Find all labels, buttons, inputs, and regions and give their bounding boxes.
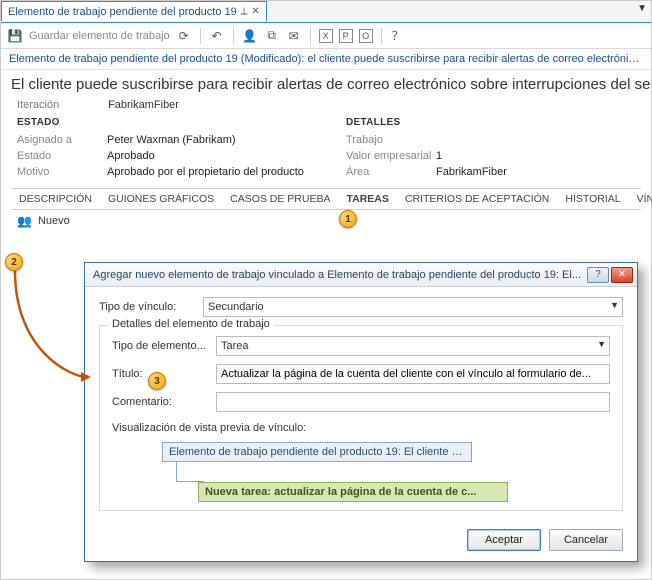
state-header: ESTADO (17, 117, 306, 128)
comment-text (221, 396, 605, 408)
separator (233, 28, 234, 44)
undo-icon[interactable]: ↶ (209, 28, 225, 44)
dialog-body: Tipo de vínculo: Secundario ▼ Detalles d… (85, 287, 637, 519)
toolbar: 💾 Guardar elemento de trabajo ⟳ ↶ 👤 ⧉ ✉ … (1, 23, 651, 49)
details-header: DETALLES (346, 117, 635, 128)
comment-label: Comentario: (112, 396, 208, 408)
iteration-row: Iteración FabrikamFiber (1, 97, 651, 117)
help-icon[interactable]: ？ (390, 28, 406, 44)
dialog-title: Agregar nuevo elemento de trabajo vincul… (93, 269, 585, 281)
preview-parent-node[interactable]: Elemento de trabajo pendiente del produc… (162, 442, 472, 462)
document-tab[interactable]: Elemento de trabajo pendiente del produc… (1, 1, 267, 21)
workitem-title: El cliente puede suscribirse para recibi… (1, 70, 651, 97)
tree-connector (176, 462, 204, 482)
group-legend: Detalles del elemento de trabajo (108, 318, 274, 330)
bv-label: Valor empresarial (346, 150, 436, 162)
tab-testcases[interactable]: CASOS DE PRUEBA (222, 189, 338, 209)
dialog-buttons: Aceptar Cancelar (467, 529, 623, 551)
document-tabstrip: Elemento de trabajo pendiente del produc… (1, 1, 651, 23)
tab-tasks[interactable]: TAREAS (339, 189, 397, 209)
linktype-label: Tipo de vínculo: (99, 301, 195, 313)
new-linked-icon[interactable]: 👥 (17, 214, 32, 228)
iteration-value[interactable]: FabrikamFiber (108, 99, 179, 111)
pin-icon[interactable]: ⟂ (241, 6, 248, 17)
details-column: DETALLES Trabajo Valor empresarial1 Área… (346, 117, 635, 182)
tab-acceptance[interactable]: CRITERIOS DE ACEPTACIÓN (397, 189, 558, 209)
close-button[interactable]: ✕ (611, 267, 633, 283)
new-button[interactable]: Nuevo (38, 215, 70, 227)
dialog-titlebar: Agregar nuevo elemento de trabajo vincul… (85, 263, 637, 287)
tasks-toolbar: 👥 Nuevo (1, 210, 651, 232)
tab-links[interactable]: VÍNC... (629, 189, 652, 209)
close-icon[interactable]: ✕ (251, 6, 259, 17)
info-bar: Elemento de trabajo pendiente del produc… (1, 49, 651, 70)
callout-badge-3: 3 (148, 372, 166, 390)
chevron-down-icon: ▼ (597, 339, 606, 349)
linktype-dropdown[interactable]: Secundario ▼ (203, 297, 623, 317)
comment-input[interactable] (216, 392, 610, 412)
reason-value[interactable]: Aprobado por el propietario del producto (107, 166, 304, 178)
bv-value[interactable]: 1 (436, 150, 442, 162)
worktype-dropdown[interactable]: Tarea ▼ (216, 336, 610, 356)
preview-label: Visualización de vista previa de vínculo… (112, 422, 610, 434)
tab-history[interactable]: HISTORIAL (557, 189, 628, 209)
fields-columns: ESTADO Asignado aPeter Waxman (Fabrikam)… (1, 117, 651, 186)
callout-badge-1: 1 (339, 210, 357, 228)
tab-title: Elemento de trabajo pendiente del produc… (8, 6, 237, 18)
assigned-value[interactable]: Peter Waxman (Fabrikam) (107, 134, 236, 146)
tab-storyboards[interactable]: GUIONES GRÁFICOS (100, 189, 222, 209)
worktype-label: Tipo de elemento... (112, 340, 208, 352)
copy-icon[interactable]: ⧉ (264, 28, 280, 44)
reason-label: Motivo (17, 166, 107, 178)
save-button[interactable]: Guardar elemento de trabajo (29, 30, 170, 42)
state-label: Estado (17, 150, 107, 162)
assigned-label: Asignado a (17, 134, 107, 146)
assign-icon[interactable]: 👤 (242, 28, 258, 44)
state-column: ESTADO Asignado aPeter Waxman (Fabrikam)… (17, 117, 306, 182)
help-button[interactable]: ? (587, 267, 609, 283)
workitem-details-group: Detalles del elemento de trabajo Tipo de… (99, 325, 623, 511)
link-preview: Visualización de vista previa de vínculo… (112, 422, 610, 502)
ok-button[interactable]: Aceptar (467, 529, 541, 551)
o-button[interactable]: O (359, 29, 373, 43)
workitem-tabs: DESCRIPCIÓN GUIONES GRÁFICOS CASOS DE PR… (11, 188, 641, 210)
add-linked-workitem-dialog: Agregar nuevo elemento de trabajo vincul… (84, 262, 638, 562)
area-value[interactable]: FabrikamFiber (436, 166, 507, 178)
separator (200, 28, 201, 44)
preview-child-node[interactable]: Nueva tarea: actualizar la página de la … (198, 482, 508, 502)
save-icon[interactable]: 💾 (7, 28, 23, 44)
separator (310, 28, 311, 44)
tab-overflow-icon[interactable]: ▼ (637, 3, 647, 14)
separator (381, 28, 382, 44)
iteration-label: Iteración (17, 99, 105, 111)
callout-badge-2: 2 (5, 253, 23, 271)
title-text (221, 368, 605, 380)
area-label: Área (346, 166, 436, 178)
x-button[interactable]: X (319, 29, 333, 43)
state-value[interactable]: Aprobado (107, 150, 155, 162)
chevron-down-icon: ▼ (610, 300, 619, 310)
mail-icon[interactable]: ✉ (286, 28, 302, 44)
p-button[interactable]: P (339, 29, 353, 43)
effort-label: Trabajo (346, 134, 436, 146)
cancel-button[interactable]: Cancelar (549, 529, 623, 551)
tab-description[interactable]: DESCRIPCIÓN (11, 189, 100, 209)
refresh-icon[interactable]: ⟳ (176, 28, 192, 44)
title-input[interactable] (216, 364, 610, 384)
